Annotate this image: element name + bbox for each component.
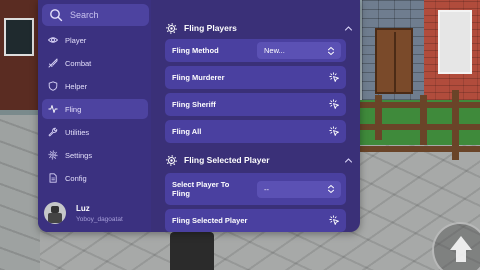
activity-icon <box>48 104 58 114</box>
fling-selected-player-button[interactable]: Fling Selected Player <box>165 209 346 232</box>
sidebar-item-fling[interactable]: Fling <box>42 99 148 119</box>
sidebar-item-combat[interactable]: Combat <box>42 53 148 73</box>
main-content: Fling Players Fling Method New... Fling … <box>158 0 357 232</box>
sidebar-item-label: Fling <box>65 104 82 114</box>
profile-name: Luz <box>76 203 90 213</box>
button-label: Fling Selected Player <box>172 216 248 225</box>
click-icon <box>329 126 340 137</box>
fling-all-button[interactable]: Fling All <box>165 120 346 143</box>
sidebar-item-label: Helper <box>65 81 88 91</box>
sidebar-item-label: Settings <box>65 150 93 160</box>
section-title: Fling Players <box>184 23 237 33</box>
profile-username: Yoboy_dagoatat <box>76 215 123 223</box>
shield-icon <box>48 81 58 91</box>
fling-method-dropdown[interactable]: New... <box>257 42 341 59</box>
fling-sheriff-button[interactable]: Fling Sheriff <box>165 93 346 116</box>
select-player-dropdown[interactable]: -- <box>257 180 341 198</box>
fling-method-row: Fling Method New... <box>165 39 346 62</box>
sidebar-item-settings[interactable]: Settings <box>42 145 148 165</box>
chevron-up-down-icon <box>327 46 335 56</box>
search-placeholder: Search <box>70 10 99 20</box>
dropdown-value: -- <box>264 184 269 194</box>
sidebar-item-player[interactable]: Player <box>42 30 148 50</box>
door <box>375 28 413 94</box>
gear-icon <box>166 154 177 166</box>
click-icon <box>329 215 340 226</box>
dropdown-value: New... <box>264 46 285 55</box>
search-icon <box>49 8 63 22</box>
gear-icon <box>48 150 58 160</box>
click-icon <box>329 99 340 110</box>
fence-rail <box>360 102 480 108</box>
section-header-fling-players[interactable]: Fling Players <box>166 21 353 35</box>
sidebar-nav: Player Combat Helper Fling Utilities Set… <box>42 30 148 191</box>
fence-rail <box>360 124 480 130</box>
sidebar-item-label: Config <box>65 173 87 183</box>
sidebar: Search Player Combat Helper Fling Utilit… <box>38 0 151 232</box>
sidebar-item-config[interactable]: Config <box>42 168 148 188</box>
sidebar-item-label: Combat <box>65 58 92 68</box>
avatar <box>44 202 66 224</box>
fling-method-label: Fling Method <box>172 46 219 55</box>
chevron-up-down-icon <box>327 184 335 194</box>
sidebar-item-helper[interactable]: Helper <box>42 76 148 96</box>
chevron-up-icon <box>344 156 353 165</box>
up-arrow-icon <box>450 236 472 250</box>
house-left <box>0 0 40 110</box>
select-player-label: Select Player To Fling <box>172 180 230 198</box>
sidebar-item-utilities[interactable]: Utilities <box>42 122 148 142</box>
gear-icon <box>166 22 177 34</box>
file-icon <box>48 173 58 183</box>
section-title: Fling Selected Player <box>184 155 270 165</box>
player-character <box>170 232 214 270</box>
chevron-up-icon <box>344 24 353 33</box>
fling-murderer-button[interactable]: Fling Murderer <box>165 66 346 89</box>
wrench-icon <box>48 127 58 137</box>
user-profile: Luz Yoboy_dagoatat <box>44 200 149 226</box>
click-icon <box>329 72 340 83</box>
button-label: Fling Sheriff <box>172 100 216 109</box>
fence-rail <box>360 146 480 152</box>
sidebar-item-label: Utilities <box>65 127 90 137</box>
sword-icon <box>48 58 58 68</box>
select-player-row: Select Player To Fling -- <box>165 173 346 205</box>
eye-icon <box>48 35 58 45</box>
button-label: Fling All <box>172 127 202 136</box>
window <box>438 10 472 74</box>
script-hub-window: Search Player Combat Helper Fling Utilit… <box>38 0 360 232</box>
search-bar[interactable]: Search <box>42 4 149 26</box>
section-header-fling-selected[interactable]: Fling Selected Player <box>166 153 353 167</box>
button-label: Fling Murderer <box>172 73 225 82</box>
sidebar-item-label: Player <box>65 35 87 45</box>
ground-left <box>0 115 40 270</box>
